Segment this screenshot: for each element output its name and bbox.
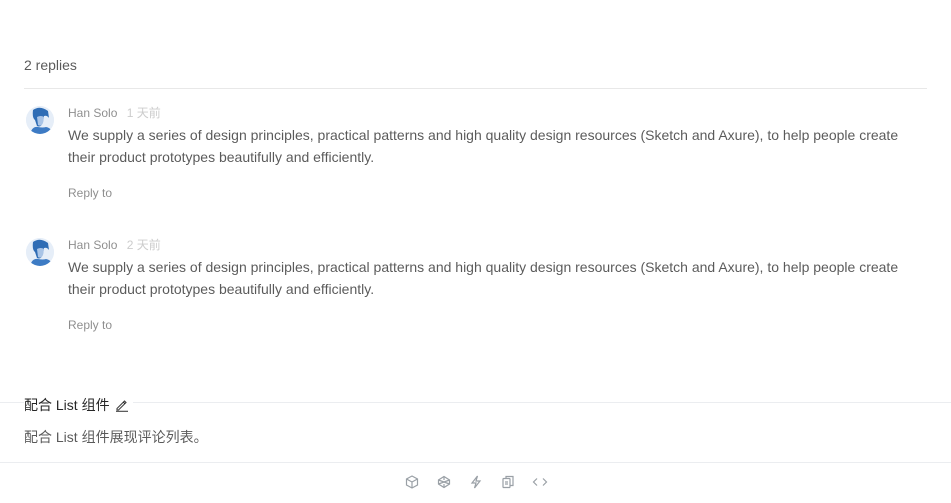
demo-description: 配合 List 组件展现评论列表。 [24,429,208,445]
copy-icon[interactable] [500,474,516,490]
replies-count-header: 2 replies [24,57,77,73]
code-icon[interactable] [532,474,548,490]
avatar[interactable] [26,238,54,266]
comment-author[interactable]: Han Solo [68,238,117,252]
reply-to-link[interactable]: Reply to [68,186,112,200]
edit-icon[interactable] [115,398,129,412]
code-actions-divider [0,462,951,463]
demo-title-text: 配合 List 组件 [24,397,110,413]
reply-to-link[interactable]: Reply to [68,318,112,332]
lightning-icon[interactable] [468,474,484,490]
codesandbox-icon[interactable] [404,474,420,490]
comment-meta: Han Solo 1 天前 [68,106,161,120]
avatar[interactable] [26,106,54,134]
comment-time: 2 天前 [126,238,161,252]
demo-title: 配合 List 组件 [24,396,133,414]
comment-time: 1 天前 [126,106,161,120]
comment-meta: Han Solo 2 天前 [68,238,161,252]
code-box-actions [0,474,951,492]
comment-content: We supply a series of design principles,… [68,127,899,165]
demo-meta-divider [0,402,951,403]
codepen-icon[interactable] [436,474,452,490]
comment-content: We supply a series of design principles,… [68,259,899,297]
comment-author[interactable]: Han Solo [68,106,117,120]
list-header-divider [24,88,927,89]
